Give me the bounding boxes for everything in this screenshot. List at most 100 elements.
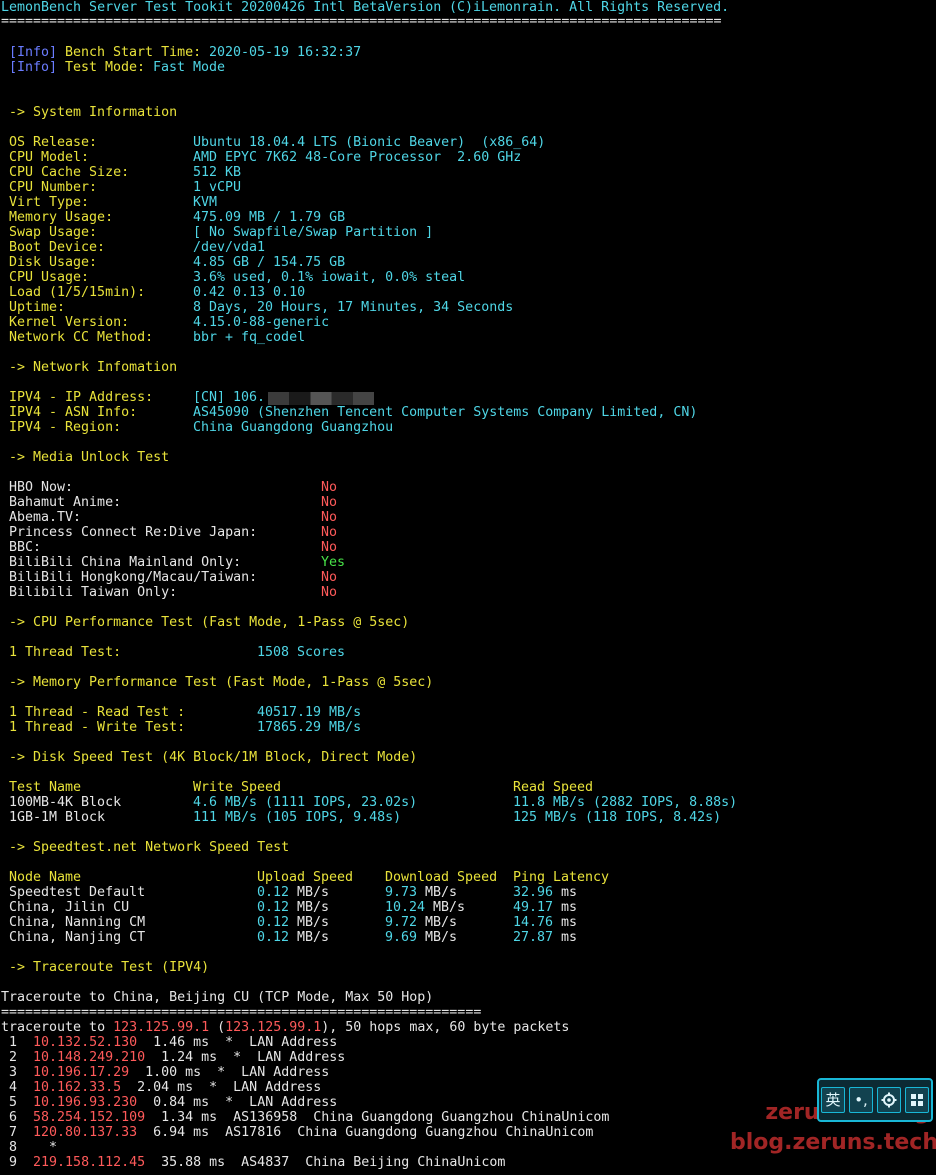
traceroute-target-ip: 123.125.99.1 — [113, 1020, 210, 1035]
info-value: Fast Mode — [153, 60, 226, 75]
network-label: IPV4 - Region: — [9, 420, 122, 435]
speedtest-node-name: China, Nanning CM — [9, 915, 146, 930]
section-heading-system: -> System Information — [0, 105, 177, 120]
memory-write-row: 1 Thread - Write Test: 17865.29 MB/s — [0, 720, 361, 735]
section-heading-network: -> Network Infomation — [0, 360, 177, 375]
hop-details: 6.94 ms AS17816 China Guangdong Guangzho… — [137, 1125, 594, 1140]
traceroute-separator: ========================================… — [0, 1005, 481, 1020]
hop-line: 7 120.80.137.33 6.94 ms AS17816 China Gu… — [1, 1125, 593, 1140]
media-service-label: BiliBili China Mainland Only: — [9, 555, 242, 570]
ime-language-button[interactable]: 英 — [821, 1087, 845, 1113]
download-speed-unit: MB/s — [425, 885, 458, 900]
hop-details: 35.88 ms AS4837 China Beijing ChinaUnico… — [145, 1155, 506, 1170]
system-info-value: AMD EPYC 7K62 48-Core Processor 2.60 GHz — [193, 150, 522, 165]
upload-speed-unit: MB/s — [297, 915, 330, 930]
section-heading-text: -> Speedtest.net Network Speed Test — [9, 840, 290, 855]
system-info-value: 475.09 MB / 1.79 GB — [193, 210, 346, 225]
section-heading-text: -> Memory Performance Test (Fast Mode, 1… — [9, 675, 434, 690]
hop-ip: 219.158.112.45 — [33, 1155, 146, 1170]
network-row-asn: IPV4 - ASN Info: AS45090 (Shenzhen Tence… — [0, 405, 697, 420]
hop-details: 1.46 ms * LAN Address — [137, 1035, 338, 1050]
status-badge: No — [321, 510, 338, 525]
hop-line: 4 10.162.33.5 2.04 ms * LAN Address — [1, 1080, 321, 1095]
status-badge: No — [321, 480, 338, 495]
download-speed-value: 9.73 — [385, 885, 418, 900]
status-badge: Yes — [321, 555, 346, 570]
disk-write-speed: 4.6 MB/s (1111 IOPS, 23.02s) — [193, 795, 418, 810]
hop-line: 9 219.158.112.45 35.88 ms AS4837 China B… — [1, 1155, 505, 1170]
status-badge: No — [321, 585, 338, 600]
hop-number: 8 — [1, 1140, 18, 1155]
hop-gap — [17, 1080, 33, 1095]
network-label: IPV4 - ASN Info: — [9, 405, 138, 420]
traceroute-command: traceroute to 123.125.99.1 (123.125.99.1… — [0, 1020, 569, 1035]
hop-gap — [17, 1050, 33, 1065]
section-heading-speedtest: -> Speedtest.net Network Speed Test — [0, 840, 289, 855]
ime-toolbar[interactable]: 英 •, — [817, 1078, 933, 1122]
hop-line: 8 * — [1, 1140, 57, 1155]
system-info-value: 4.15.0-88-generic — [193, 315, 330, 330]
section-heading-disk: -> Disk Speed Test (4K Block/1M Block, D… — [0, 750, 417, 765]
redacted-ip-block — [268, 391, 374, 406]
hop-gap — [17, 1065, 33, 1080]
terminal-window[interactable]: LemonBench Server Test Tookit 20200426 I… — [0, 0, 936, 1175]
download-speed-unit: MB/s — [433, 900, 466, 915]
hop-line: 5 10.196.93.230 0.84 ms * LAN Address — [1, 1095, 337, 1110]
hop-line: 1 10.132.52.130 1.46 ms * LAN Address — [1, 1035, 337, 1050]
info-label: Test Mode: — [65, 60, 146, 75]
system-info-label: CPU Model: — [9, 150, 90, 165]
hop-gap — [17, 1095, 33, 1110]
info-value: 2020-05-19 16:32:37 — [209, 45, 362, 60]
hop-details: 0.84 ms * LAN Address — [137, 1095, 338, 1110]
ime-punctuation-button[interactable]: •, — [849, 1087, 873, 1113]
gear-icon[interactable] — [877, 1087, 901, 1113]
upload-speed-value: 0.12 — [257, 915, 290, 930]
upload-speed-value: 0.12 — [257, 930, 290, 945]
system-info-label: Swap Usage: — [9, 225, 98, 240]
memory-label: 1 Thread - Write Test: — [9, 720, 186, 735]
system-info-value: 0.42 0.13 0.10 — [193, 285, 306, 300]
disk-test-name: 100MB-4K Block — [9, 795, 122, 810]
header-line: LemonBench Server Test Tookit 20200426 I… — [0, 0, 729, 15]
hop-ip: 10.196.93.230 — [33, 1095, 138, 1110]
watermark-line-2: blog.zeruns.tech — [730, 1130, 936, 1155]
section-heading-text: -> System Information — [9, 105, 178, 120]
system-info-label: Memory Usage: — [9, 210, 114, 225]
system-info-value: 8 Days, 20 Hours, 17 Minutes, 34 Seconds — [193, 300, 514, 315]
system-info-label: Load (1/5/15min): — [9, 285, 146, 300]
section-heading-text: -> Traceroute Test (IPV4) — [9, 960, 210, 975]
system-info-label: Uptime: — [9, 300, 66, 315]
system-info-label: Kernel Version: — [9, 315, 130, 330]
hop-ip: 10.132.52.130 — [33, 1035, 138, 1050]
traceroute-title: Traceroute to China, Beijing CU (TCP Mod… — [0, 990, 433, 1005]
column-header: Node Name — [9, 870, 82, 885]
traceroute-title-text: Traceroute to China, Beijing CU (TCP Mod… — [1, 990, 434, 1005]
column-header: Upload Speed — [257, 870, 354, 885]
section-heading-text: -> Media Unlock Test — [9, 450, 170, 465]
status-badge: No — [321, 525, 338, 540]
hop-number: 2 — [1, 1050, 18, 1065]
system-info-value: 3.6% used, 0.1% iowait, 0.0% steal — [193, 270, 466, 285]
section-heading-media: -> Media Unlock Test — [0, 450, 169, 465]
media-service-label: Princess Connect Re:Dive Japan: — [9, 525, 258, 540]
grid-icon[interactable] — [905, 1087, 929, 1113]
upload-speed-value: 0.12 — [257, 900, 290, 915]
download-speed-value: 9.69 — [385, 930, 418, 945]
hop-number: 6 — [1, 1110, 18, 1125]
system-info-label: Disk Usage: — [9, 255, 98, 270]
hop-details: 1.00 ms * LAN Address — [129, 1065, 330, 1080]
traceroute-suffix: , 50 hops max, 60 byte packets — [329, 1020, 570, 1035]
network-row-region: IPV4 - Region: China Guangdong Guangzhou — [0, 420, 393, 435]
hop-gap — [17, 1125, 33, 1140]
traceroute-command-text: traceroute to 123.125.99.1 (123.125.99.1… — [1, 1020, 569, 1035]
info-line-test-mode: [Info] Test Mode: Fast Mode — [0, 60, 225, 75]
hop-number: 5 — [1, 1095, 18, 1110]
hop-number: 4 — [1, 1080, 18, 1095]
column-header: Write Speed — [193, 780, 282, 795]
ping-latency-unit: ms — [561, 900, 578, 915]
info-label: Bench Start Time: — [65, 45, 202, 60]
column-header: Download Speed — [385, 870, 498, 885]
ping-latency-value: 32.96 — [513, 885, 554, 900]
hop-number: 7 — [1, 1125, 18, 1140]
hop-details: * — [33, 1140, 58, 1155]
